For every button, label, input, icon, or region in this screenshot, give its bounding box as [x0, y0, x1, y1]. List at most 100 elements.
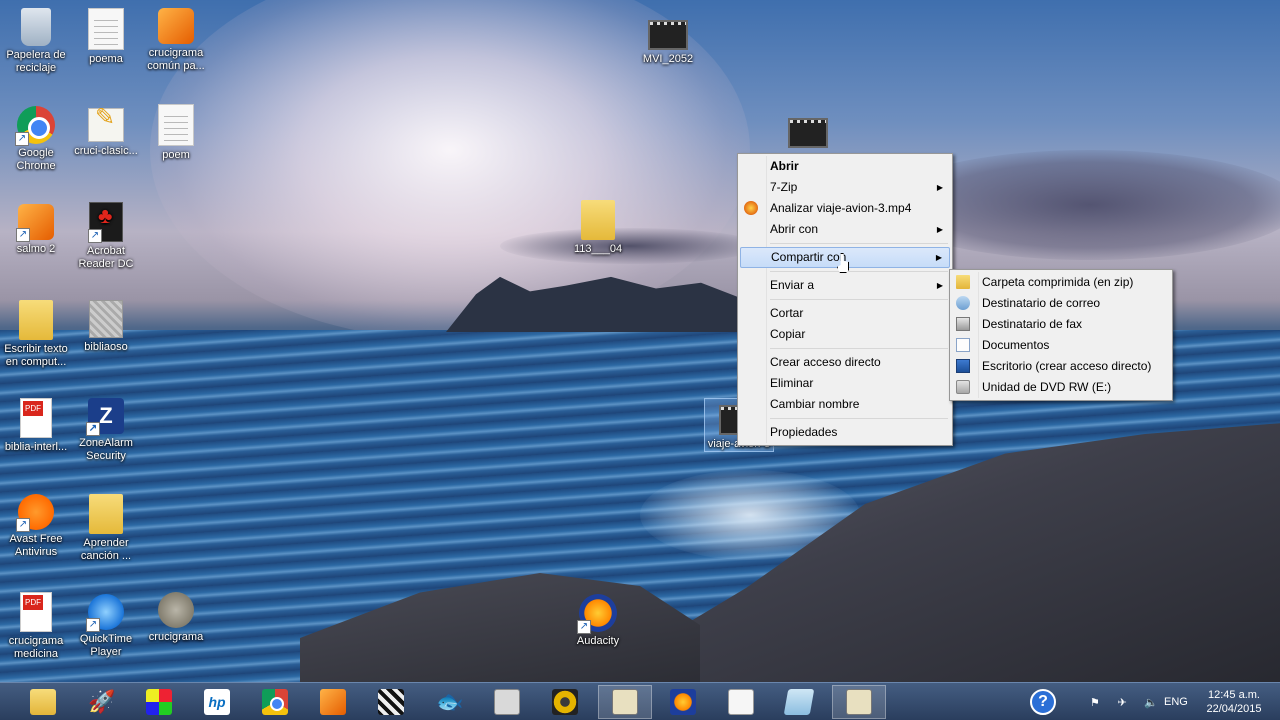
desktop-icon-biblia-interl[interactable]: biblia-interl...: [0, 398, 72, 454]
desktop-icon: [956, 359, 970, 373]
desktop-icon-crucigrama-comun[interactable]: crucigrama común pa...: [140, 8, 212, 73]
text-edit-icon: [88, 108, 124, 142]
desktop-icon-crucigrama-medicina[interactable]: crucigrama medicina: [0, 592, 72, 661]
taskbar-photo-app[interactable]: [132, 685, 186, 719]
taskbar-paper-app[interactable]: [772, 685, 826, 719]
taskbar-map-app[interactable]: [598, 685, 652, 719]
menu-separator: [770, 348, 948, 349]
desktop-icon-mvi-2052[interactable]: MVI_2052: [632, 14, 704, 66]
video-file-icon: [648, 20, 688, 50]
taskbar-document-app[interactable]: [480, 685, 534, 719]
desktop-icon-escribir-texto[interactable]: Escribir texto en comput...: [0, 300, 72, 369]
menu-item-label: Cortar: [770, 306, 804, 320]
clock-date: 22/04/2015: [1206, 703, 1262, 715]
taskbar-movie-app[interactable]: [364, 685, 418, 719]
video-file-icon: [788, 118, 828, 148]
menu-separator: [770, 243, 948, 244]
quicktime-icon: [86, 594, 124, 632]
menu-item-eliminar[interactable]: Eliminar: [740, 373, 950, 394]
menu-item-analizar[interactable]: Analizar viaje-avion-3.mp4: [740, 198, 950, 219]
menu-item-label: Crear acceso directo: [770, 355, 881, 369]
submenu-item-dvd[interactable]: Unidad de DVD RW (E:): [952, 377, 1170, 398]
desktop-icon-bibliaoso[interactable]: bibliaoso: [70, 300, 142, 354]
desktop-icon-google-chrome[interactable]: Google Chrome: [0, 106, 72, 173]
taskbar-speaker-app[interactable]: [538, 685, 592, 719]
wmp-icon: [320, 689, 346, 715]
chrome-icon: [15, 106, 55, 146]
menu-item-label: 7-Zip: [770, 180, 798, 194]
menu-item-crear-acceso-directo[interactable]: Crear acceso directo: [740, 352, 950, 373]
menu-item-cambiar-nombre[interactable]: Cambiar nombre: [740, 394, 950, 415]
desktop-icon-video[interactable]: [772, 112, 844, 151]
submenu-item-desktop[interactable]: Escritorio (crear acceso directo): [952, 356, 1170, 377]
taskbar-chrome[interactable]: [248, 685, 302, 719]
desktop-icon-recycle-bin[interactable]: Papelera de reciclaje: [0, 8, 72, 75]
system-tray: ⚑ ✈ 🔈: [1090, 683, 1158, 720]
desktop-icon-poema[interactable]: poema: [70, 8, 142, 66]
tray-network-flag-icon[interactable]: ⚑: [1090, 696, 1100, 709]
menu-item-label: Compartir con: [771, 250, 847, 264]
desktop-icon-label: poema: [89, 53, 123, 65]
menu-item-7zip[interactable]: 7-Zip ▶: [740, 177, 950, 198]
taskbar-map-cancel-app[interactable]: [832, 685, 886, 719]
taskbar-fish-app[interactable]: 🐟: [422, 685, 476, 719]
desktop-icon-audacity[interactable]: Audacity: [562, 594, 634, 648]
submenu-item-zip[interactable]: Carpeta comprimida (en zip): [952, 272, 1170, 293]
taskbar-audacity[interactable]: [656, 685, 710, 719]
menu-item-label: Abrir con: [770, 222, 819, 236]
menu-item-label: Copiar: [770, 327, 806, 341]
desktop-icon-label: crucigrama común pa...: [147, 47, 205, 72]
menu-item-cortar[interactable]: Cortar: [740, 303, 950, 324]
notepad-icon: [728, 689, 754, 715]
paper-app-icon: [783, 689, 815, 715]
folder-icon: [581, 200, 615, 240]
desktop-icon-zonealarm[interactable]: Z ZoneAlarm Security: [70, 398, 142, 463]
send-to-submenu: Carpeta comprimida (en zip) Destinatario…: [949, 269, 1173, 401]
documents-icon: [956, 338, 970, 352]
clock[interactable]: 12:45 a.m. 22/04/2015: [1196, 683, 1272, 720]
airplane-mode-icon[interactable]: ✈: [1117, 696, 1126, 709]
desktop-icon-label: poem: [162, 149, 190, 161]
text-file-icon: [88, 8, 124, 50]
desktop-icon-crucigrama[interactable]: crucigrama: [140, 592, 212, 644]
menu-item-abrir-con[interactable]: Abrir con ▶: [740, 219, 950, 240]
menu-item-copiar[interactable]: Copiar: [740, 324, 950, 345]
desktop-icon-label: bibliaoso: [84, 341, 128, 353]
desktop-icon-label: Google Chrome: [16, 147, 56, 172]
avast-icon: [16, 494, 54, 532]
desktop-icon-label: crucigrama medicina: [8, 635, 64, 660]
desktop-icon-avast[interactable]: Avast Free Antivirus: [0, 494, 72, 559]
language-indicator[interactable]: ENG: [1164, 683, 1190, 720]
help-button[interactable]: ?: [1030, 683, 1060, 720]
desktop-icon-label: Aprender canción ...: [80, 537, 132, 562]
desktop-icon-salmo-2[interactable]: salmo 2: [0, 204, 72, 256]
desktop-icon-acrobat[interactable]: Acrobat Reader DC: [70, 202, 142, 271]
submenu-item-fax[interactable]: Destinatario de fax: [952, 314, 1170, 335]
volume-icon[interactable]: 🔈: [1144, 696, 1158, 709]
desktop-icon-cruci-clasic[interactable]: cruci-clasic...: [70, 108, 142, 158]
document-icon: [20, 592, 52, 632]
desktop-icon-label: Papelera de reciclaje: [6, 49, 66, 74]
desktop-icon-aprender-cancion[interactable]: Aprender canción ...: [70, 494, 142, 563]
taskbar-hp[interactable]: hp: [190, 685, 244, 719]
document-app-icon: [494, 689, 520, 715]
menu-item-label: Abrir: [770, 159, 799, 173]
submenu-item-documents[interactable]: Documentos: [952, 335, 1170, 356]
menu-item-label: Analizar viaje-avion-3.mp4: [770, 201, 912, 215]
desktop-icon-quicktime[interactable]: QuickTime Player: [70, 594, 142, 659]
taskbar-rocket-app[interactable]: 🚀: [74, 685, 128, 719]
movie-clapper-icon: [378, 689, 404, 715]
taskbar-file-explorer[interactable]: [16, 685, 70, 719]
menu-item-label: Cambiar nombre: [770, 397, 860, 411]
menu-item-enviar-a[interactable]: Enviar a ▶: [740, 275, 950, 296]
desktop-icon-poem[interactable]: poem: [140, 104, 212, 162]
taskbar-wmp[interactable]: [306, 685, 360, 719]
menu-item-abrir[interactable]: Abrir: [740, 156, 950, 177]
dvd-drive-icon: [956, 380, 970, 394]
menu-item-label: Destinatario de fax: [982, 317, 1083, 331]
taskbar-notepad[interactable]: [714, 685, 768, 719]
menu-item-propiedades[interactable]: Propiedades: [740, 422, 950, 443]
desktop-icon-113-04[interactable]: 113___04: [562, 200, 634, 256]
menu-separator: [770, 271, 948, 272]
submenu-item-mail[interactable]: Destinatario de correo: [952, 293, 1170, 314]
